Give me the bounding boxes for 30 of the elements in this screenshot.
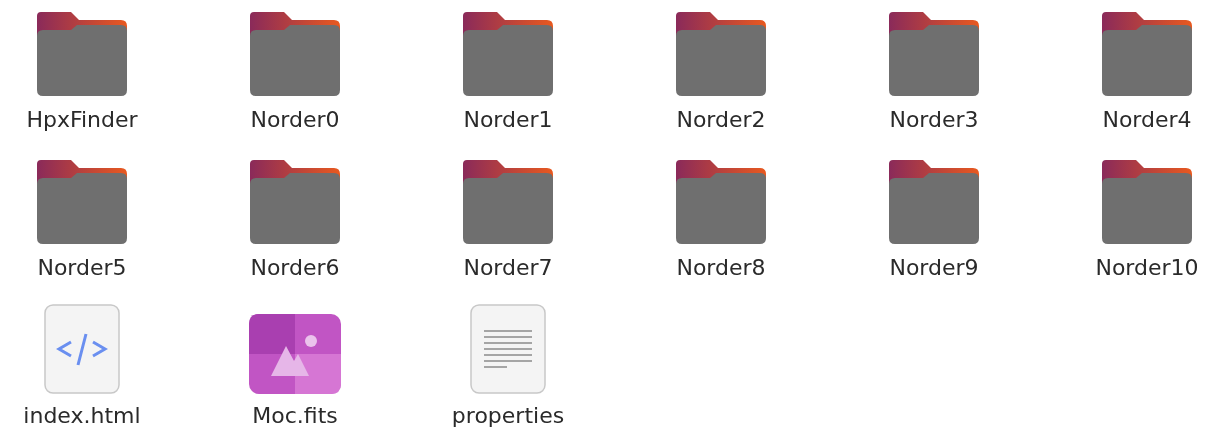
folder-icon bbox=[674, 12, 768, 98]
file-item[interactable]: Norder3 bbox=[852, 0, 1016, 148]
file-item[interactable]: Norder1 bbox=[426, 0, 590, 148]
folder-icon bbox=[248, 160, 342, 246]
file-item[interactable]: Norder4 bbox=[1065, 0, 1219, 148]
folder-icon bbox=[461, 160, 555, 246]
file-item[interactable]: Norder6 bbox=[213, 148, 377, 296]
file-item[interactable]: Norder7 bbox=[426, 148, 590, 296]
folder-icon bbox=[887, 12, 981, 98]
file-item[interactable]: properties bbox=[426, 296, 590, 433]
folder-icon bbox=[248, 12, 342, 98]
folder-icon bbox=[35, 12, 129, 98]
folder-icon bbox=[887, 160, 981, 246]
folder-icon bbox=[1100, 12, 1194, 98]
file-item[interactable]: Norder2 bbox=[639, 0, 803, 148]
folder-icon bbox=[35, 160, 129, 246]
folder-icon bbox=[674, 160, 768, 246]
code-file-icon bbox=[44, 304, 120, 394]
folder-icon bbox=[461, 12, 555, 98]
file-item[interactable]: Norder10 bbox=[1065, 148, 1219, 296]
file-item[interactable]: Norder5 bbox=[0, 148, 164, 296]
file-item[interactable]: Moc.fits bbox=[213, 296, 377, 433]
file-item[interactable]: index.html bbox=[0, 296, 164, 433]
text-file-icon bbox=[470, 304, 546, 394]
file-item[interactable]: Norder0 bbox=[213, 0, 377, 148]
folder-icon bbox=[1100, 160, 1194, 246]
file-item[interactable]: Norder8 bbox=[639, 148, 803, 296]
image-file-icon bbox=[249, 314, 341, 394]
file-item[interactable]: Norder9 bbox=[852, 148, 1016, 296]
file-item[interactable]: HpxFinder bbox=[0, 0, 164, 148]
